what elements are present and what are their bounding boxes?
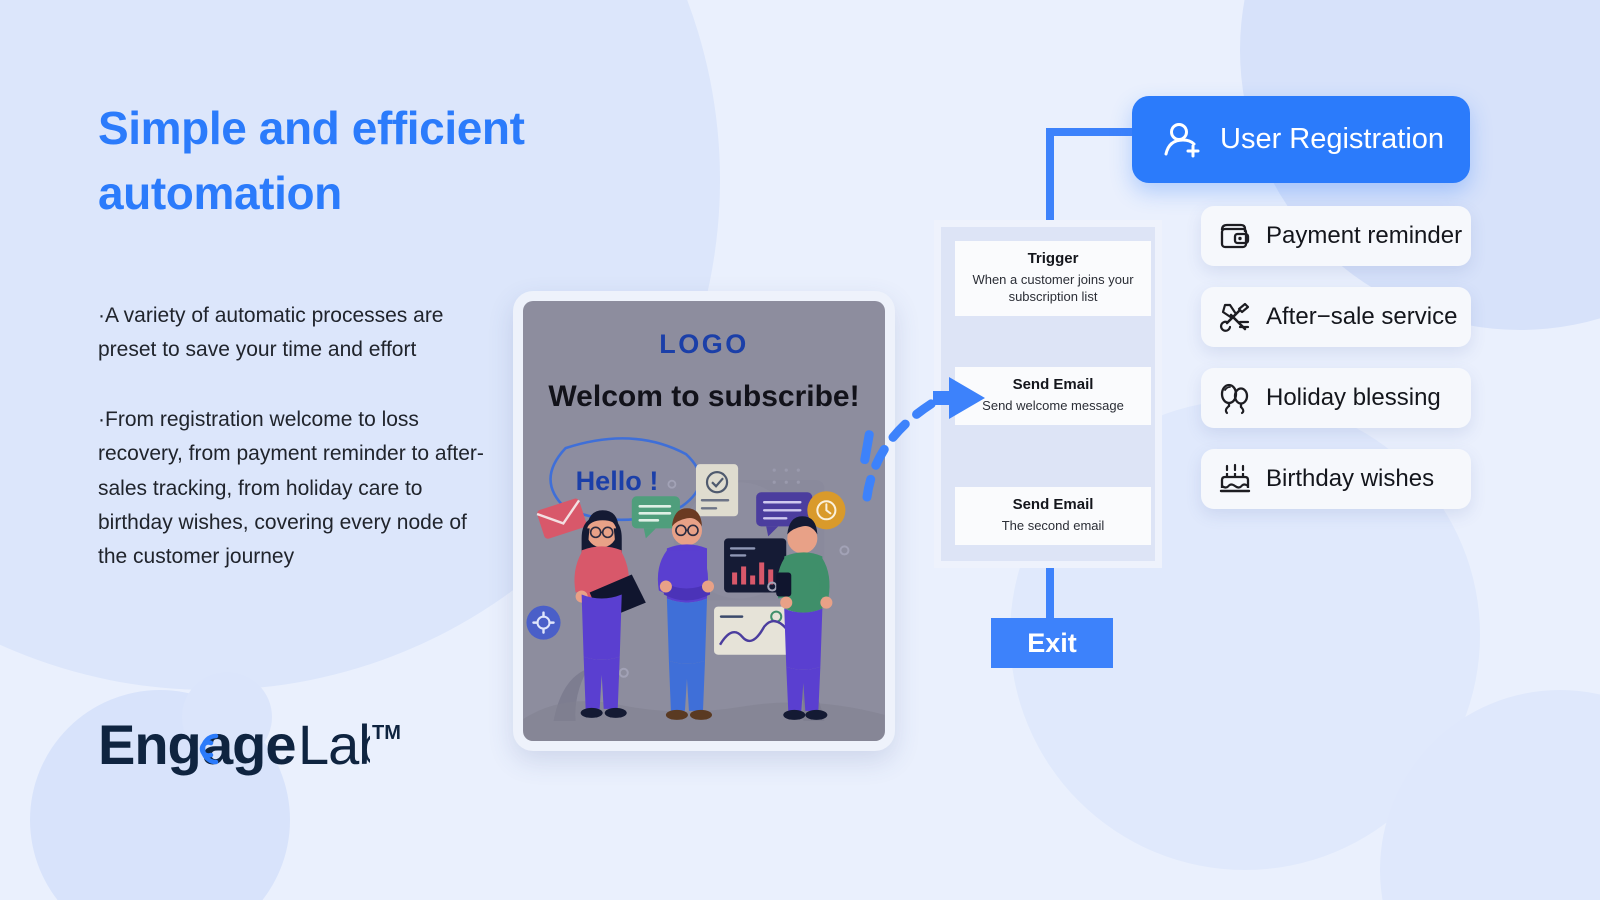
balloons-icon xyxy=(1218,381,1252,415)
scenario-button-birthday-wishes[interactable]: Birthday wishes xyxy=(1201,449,1471,509)
scenario-button-after-sale-service[interactable]: After−sale service xyxy=(1201,287,1471,347)
team-illustration-icon: Hello ! xyxy=(523,430,885,741)
flow-exit-node[interactable]: Exit xyxy=(991,618,1113,668)
email-preview-card: LOGO Welcom to subscribe! Hello ! xyxy=(513,291,895,751)
tools-icon xyxy=(1218,300,1252,334)
connector-line-horizontal xyxy=(1046,128,1146,136)
trademark-symbol: TM xyxy=(372,722,401,744)
speech-bubble-text: Hello ! xyxy=(576,465,659,496)
feature-paragraph: ·From registration welcome to loss recov… xyxy=(98,408,484,568)
brand-logo: Eng age Lab TM xyxy=(98,718,401,776)
scenario-button-label: Birthday wishes xyxy=(1266,465,1435,492)
scenario-button-holiday-blessing[interactable]: Holiday blessing xyxy=(1201,368,1471,428)
flow-node-subtitle: The second email xyxy=(1001,518,1105,533)
wallet-icon xyxy=(1218,219,1252,253)
email-illustration: Hello ! xyxy=(523,420,885,741)
flow-node-trigger[interactable]: Trigger When a customer joins your subsc… xyxy=(955,241,1151,317)
cake-icon xyxy=(1218,462,1252,496)
scenario-button-label: Holiday blessing xyxy=(1266,384,1441,411)
page-title: Simple and efficient automation xyxy=(98,102,525,220)
user-plus-icon xyxy=(1160,119,1202,161)
scenario-button-payment-reminder[interactable]: Payment reminder xyxy=(1201,206,1471,266)
svg-text:age: age xyxy=(202,718,296,776)
engagelab-wordmark-icon: Eng age Lab xyxy=(98,718,370,776)
scenario-button-label: After−sale service xyxy=(1266,303,1458,330)
svg-text:Lab: Lab xyxy=(298,718,370,776)
email-preview-body: LOGO Welcom to subscribe! Hello ! xyxy=(523,301,885,741)
feature-paragraph: ·A variety of automatic processes are pr… xyxy=(98,303,444,361)
email-headline: Welcom to subscribe! xyxy=(548,380,860,413)
flow-node-subtitle: When a customer joins your subscription … xyxy=(972,272,1134,305)
flow-node-title: Trigger xyxy=(1027,250,1079,267)
svg-text:Eng: Eng xyxy=(98,718,201,776)
scenario-button-user-registration[interactable]: User Registration xyxy=(1132,96,1470,183)
email-logo-placeholder: LOGO xyxy=(659,329,749,359)
scenario-button-label: User Registration xyxy=(1220,123,1445,155)
dashed-arrow-icon xyxy=(862,377,985,502)
scenario-button-label: Payment reminder xyxy=(1266,222,1463,249)
